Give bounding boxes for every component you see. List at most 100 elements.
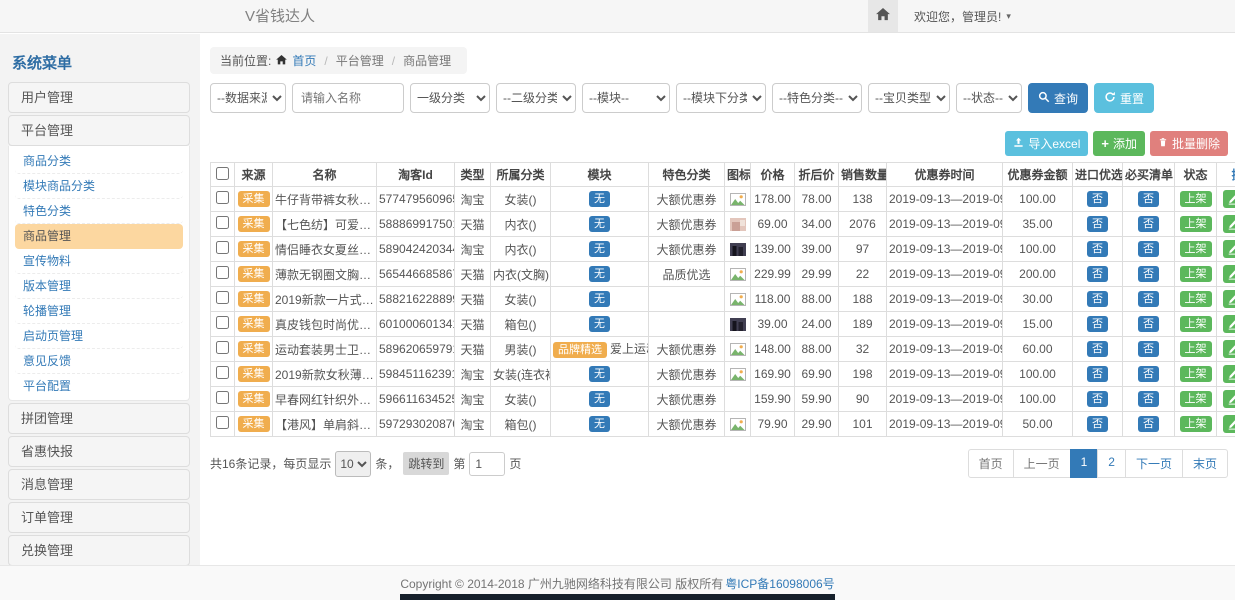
batch-delete-button[interactable]: 批量删除: [1150, 131, 1228, 156]
row-checkbox[interactable]: [216, 241, 229, 254]
filter-select-3[interactable]: --模块--: [582, 83, 670, 113]
import-select-toggle[interactable]: 否: [1087, 316, 1108, 332]
edit-button[interactable]: [1223, 390, 1235, 408]
sidebar-item-启动页管理[interactable]: 启动页管理: [15, 324, 183, 349]
import-select-toggle[interactable]: 否: [1087, 216, 1108, 232]
must-buy-toggle[interactable]: 否: [1138, 216, 1159, 232]
sidebar-group-平台管理[interactable]: 平台管理: [8, 115, 190, 146]
status-toggle[interactable]: 上架: [1180, 266, 1212, 282]
sidebar-group-用户管理[interactable]: 用户管理: [8, 82, 190, 113]
jump-page-input[interactable]: [469, 452, 505, 476]
add-button[interactable]: + 添加: [1093, 131, 1145, 156]
module-badge[interactable]: 无: [589, 216, 610, 232]
pager-button-2[interactable]: 2: [1097, 449, 1126, 478]
sidebar-group-兑换管理[interactable]: 兑换管理: [8, 535, 190, 566]
import-select-toggle[interactable]: 否: [1087, 391, 1108, 407]
must-buy-toggle[interactable]: 否: [1138, 241, 1159, 257]
sidebar-group-省惠快报[interactable]: 省惠快报: [8, 436, 190, 467]
import-select-toggle[interactable]: 否: [1087, 191, 1108, 207]
module-badge[interactable]: 无: [589, 316, 610, 332]
reset-button[interactable]: 重置: [1094, 83, 1154, 113]
edit-button[interactable]: [1223, 315, 1235, 333]
module-badge[interactable]: 无: [589, 391, 610, 407]
module-badge[interactable]: 无: [589, 366, 610, 382]
sidebar-item-平台配置[interactable]: 平台配置: [15, 374, 183, 398]
module-badge[interactable]: 品牌精选: [553, 342, 607, 358]
sidebar-item-版本管理[interactable]: 版本管理: [15, 274, 183, 299]
row-checkbox[interactable]: [216, 341, 229, 354]
row-checkbox[interactable]: [216, 391, 229, 404]
pager-button-上一页[interactable]: 上一页: [1013, 449, 1071, 478]
edit-button[interactable]: [1223, 190, 1235, 208]
filter-select-7[interactable]: --状态--: [956, 83, 1022, 113]
import-select-toggle[interactable]: 否: [1087, 241, 1108, 257]
row-checkbox[interactable]: [216, 191, 229, 204]
breadcrumb-home-link[interactable]: 首页: [292, 52, 316, 69]
edit-button[interactable]: [1223, 415, 1235, 433]
must-buy-toggle[interactable]: 否: [1138, 191, 1159, 207]
must-buy-toggle[interactable]: 否: [1138, 291, 1159, 307]
row-checkbox[interactable]: [216, 416, 229, 429]
home-button[interactable]: [868, 0, 898, 32]
sidebar-item-意见反馈[interactable]: 意见反馈: [15, 349, 183, 374]
row-checkbox[interactable]: [216, 216, 229, 229]
search-button[interactable]: 查询: [1028, 83, 1088, 113]
icp-link[interactable]: 粤ICP备16098006号: [725, 575, 834, 592]
sidebar-item-模块商品分类[interactable]: 模块商品分类: [15, 174, 183, 199]
user-menu[interactable]: 欢迎您，管理员! ▾: [914, 8, 1011, 25]
import-excel-button[interactable]: 导入excel: [1005, 131, 1088, 156]
sidebar-group-消息管理[interactable]: 消息管理: [8, 469, 190, 500]
must-buy-toggle[interactable]: 否: [1138, 366, 1159, 382]
edit-button[interactable]: [1223, 240, 1235, 258]
pager-button-末页[interactable]: 末页: [1182, 449, 1228, 478]
filter-select-6[interactable]: --宝贝类型--: [868, 83, 950, 113]
pager-button-1[interactable]: 1: [1070, 449, 1099, 478]
must-buy-toggle[interactable]: 否: [1138, 316, 1159, 332]
must-buy-toggle[interactable]: 否: [1138, 416, 1159, 432]
pager-button-首页[interactable]: 首页: [968, 449, 1014, 478]
status-toggle[interactable]: 上架: [1180, 391, 1212, 407]
import-select-toggle[interactable]: 否: [1087, 366, 1108, 382]
row-checkbox[interactable]: [216, 291, 229, 304]
module-badge[interactable]: 无: [589, 191, 610, 207]
module-badge[interactable]: 无: [589, 241, 610, 257]
row-checkbox[interactable]: [216, 316, 229, 329]
status-toggle[interactable]: 上架: [1180, 241, 1212, 257]
import-select-toggle[interactable]: 否: [1087, 291, 1108, 307]
filter-select-5[interactable]: --特色分类--: [772, 83, 862, 113]
status-toggle[interactable]: 上架: [1180, 341, 1212, 357]
status-toggle[interactable]: 上架: [1180, 291, 1212, 307]
status-toggle[interactable]: 上架: [1180, 191, 1212, 207]
module-badge[interactable]: 无: [589, 266, 610, 282]
select-all-checkbox[interactable]: [216, 167, 229, 180]
module-badge[interactable]: 无: [589, 416, 610, 432]
edit-button[interactable]: [1223, 215, 1235, 233]
status-toggle[interactable]: 上架: [1180, 416, 1212, 432]
filter-select-4[interactable]: --模块下分类--: [676, 83, 766, 113]
sidebar-group-拼团管理[interactable]: 拼团管理: [8, 403, 190, 434]
sidebar-item-轮播管理[interactable]: 轮播管理: [15, 299, 183, 324]
sidebar-item-特色分类[interactable]: 特色分类: [15, 199, 183, 224]
filter-select-2[interactable]: --二级分类--: [496, 83, 576, 113]
edit-button[interactable]: [1223, 340, 1235, 358]
must-buy-toggle[interactable]: 否: [1138, 391, 1159, 407]
sidebar-item-商品分类[interactable]: 商品分类: [15, 149, 183, 174]
module-badge[interactable]: 无: [589, 291, 610, 307]
per-page-select[interactable]: 10: [335, 451, 371, 477]
import-select-toggle[interactable]: 否: [1087, 416, 1108, 432]
edit-button[interactable]: [1223, 265, 1235, 283]
sidebar-group-订单管理[interactable]: 订单管理: [8, 502, 190, 533]
pager-button-下一页[interactable]: 下一页: [1125, 449, 1183, 478]
row-checkbox[interactable]: [216, 366, 229, 379]
filter-select-0[interactable]: --数据来源--: [210, 83, 286, 113]
must-buy-toggle[interactable]: 否: [1138, 341, 1159, 357]
sidebar-item-商品管理[interactable]: 商品管理: [15, 224, 183, 249]
status-toggle[interactable]: 上架: [1180, 316, 1212, 332]
import-select-toggle[interactable]: 否: [1087, 266, 1108, 282]
status-toggle[interactable]: 上架: [1180, 216, 1212, 232]
sidebar-item-宣传物料[interactable]: 宣传物料: [15, 249, 183, 274]
status-toggle[interactable]: 上架: [1180, 366, 1212, 382]
edit-button[interactable]: [1223, 290, 1235, 308]
jump-button[interactable]: 跳转到: [403, 452, 449, 475]
must-buy-toggle[interactable]: 否: [1138, 266, 1159, 282]
